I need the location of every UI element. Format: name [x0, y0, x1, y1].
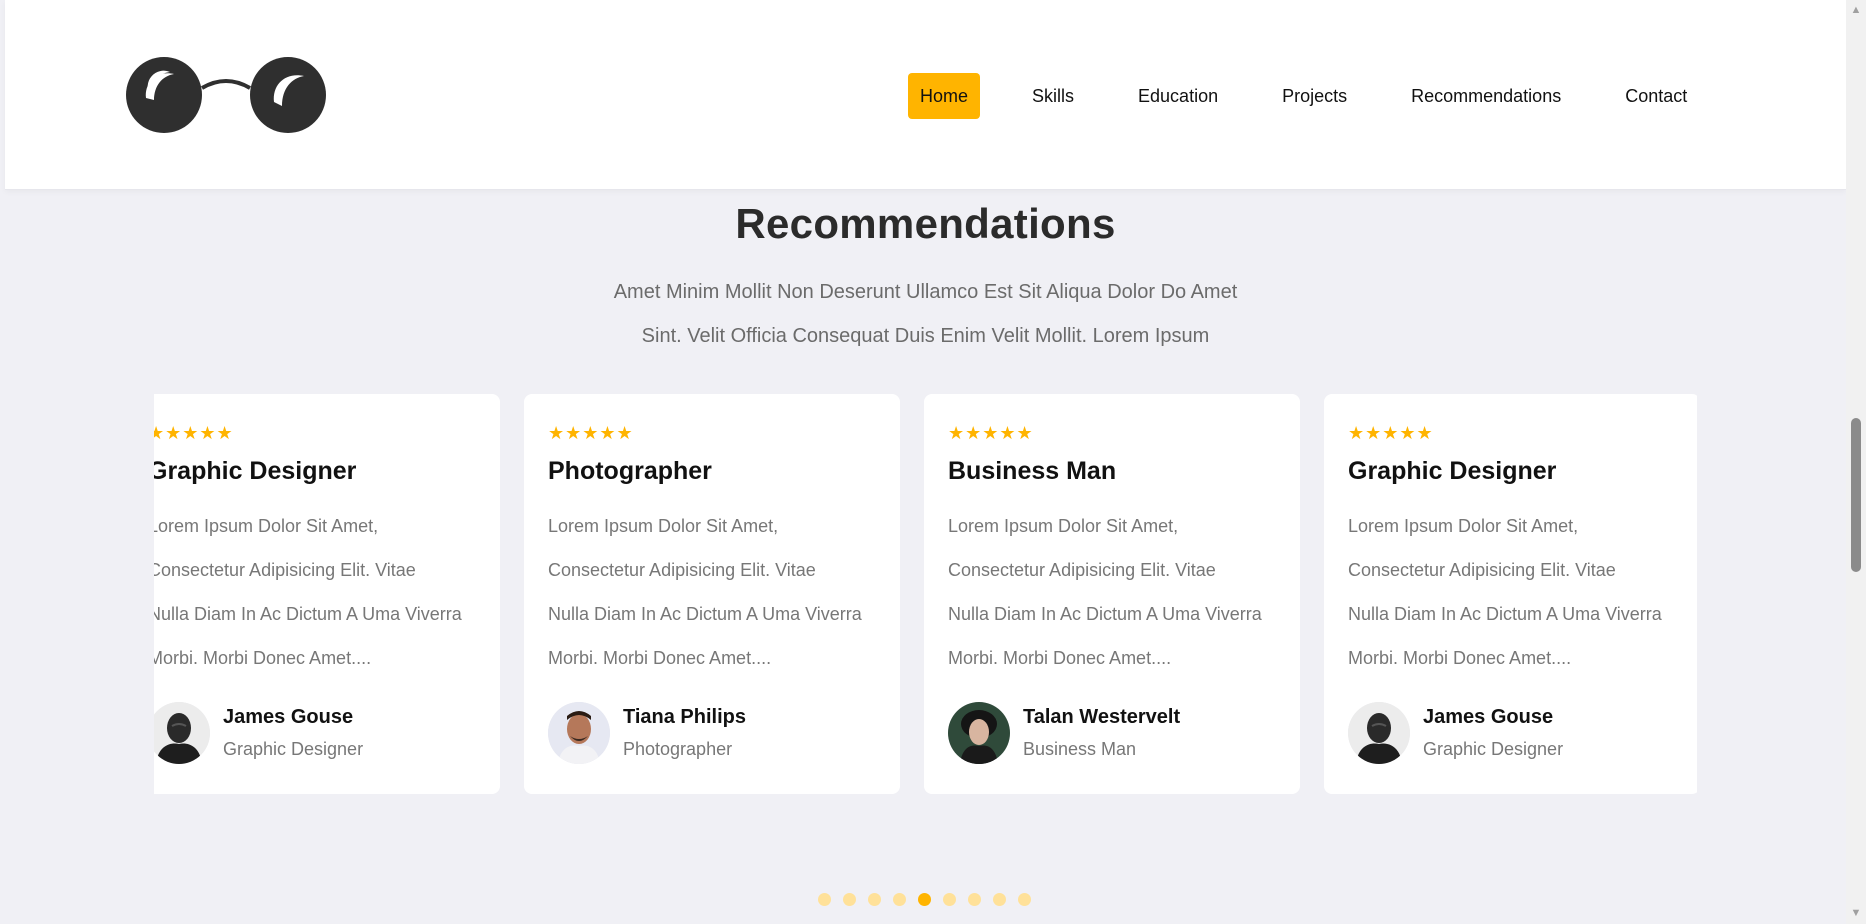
- card-text: Lorem Ipsum Dolor Sit Amet, Consectetur …: [948, 504, 1276, 680]
- pagination-dot[interactable]: [968, 893, 981, 906]
- nav-home[interactable]: Home: [908, 73, 981, 119]
- card-text-line: Lorem Ipsum Dolor Sit Amet,: [948, 516, 1179, 536]
- main-nav: Home Skills Education Projects Recommend…: [908, 73, 1699, 119]
- pagination-dot[interactable]: [843, 893, 856, 906]
- card-text-line: Morbi. Morbi Donec Amet....: [154, 648, 372, 668]
- card-text-line: Nulla Diam In Ac Dictum A Uma Viverra: [1348, 604, 1662, 624]
- card-text-line: Consectetur Adipisicing Elit. Vitae: [154, 560, 416, 580]
- nav-skills[interactable]: Skills: [1020, 73, 1086, 119]
- rating-stars-icon: ★★★★★: [154, 423, 234, 443]
- pagination-dot[interactable]: [893, 893, 906, 906]
- card-text: Lorem Ipsum Dolor Sit Amet, Consectetur …: [548, 504, 876, 680]
- subtitle-line-1: Amet Minim Mollit Non Deserunt Ullamco E…: [613, 281, 1238, 303]
- rating-stars-icon: ★★★★★: [1348, 423, 1434, 443]
- author-name: James Gouse: [1423, 706, 1554, 728]
- card-text-line: Morbi. Morbi Donec Amet....: [1348, 648, 1572, 668]
- card-text-line: Lorem Ipsum Dolor Sit Amet,: [1348, 516, 1579, 536]
- author-name: Talan Westervelt: [1023, 706, 1181, 728]
- author-role: Graphic Designer: [223, 739, 364, 759]
- rating-stars-icon: ★★★★★: [548, 423, 634, 443]
- pagination-dot[interactable]: [1018, 893, 1031, 906]
- card-text-line: Consectetur Adipisicing Elit. Vitae: [948, 560, 1216, 580]
- card-text-line: Lorem Ipsum Dolor Sit Amet,: [154, 516, 379, 536]
- recommendation-card: ★★★★★ Photographer Lorem Ipsum Dolor Sit…: [524, 394, 900, 794]
- card-title: Photographer: [548, 457, 712, 485]
- card-text-line: Consectetur Adipisicing Elit. Vitae: [548, 560, 816, 580]
- avatar: [948, 702, 1010, 764]
- card-title: Graphic Designer: [154, 457, 357, 485]
- nav-education[interactable]: Education: [1126, 73, 1230, 119]
- nav-contact[interactable]: Contact: [1613, 73, 1699, 119]
- card-text: Lorem Ipsum Dolor Sit Amet, Consectetur …: [154, 504, 476, 680]
- card-author: James Gouse Graphic Designer: [154, 702, 363, 764]
- card-text-line: Consectetur Adipisicing Elit. Vitae: [1348, 560, 1616, 580]
- card-text-line: Lorem Ipsum Dolor Sit Amet,: [548, 516, 779, 536]
- card-text-line: Nulla Diam In Ac Dictum A Uma Viverra: [548, 604, 862, 624]
- section-title: Recommendations: [735, 200, 1116, 247]
- rating-stars-icon: ★★★★★: [948, 423, 1034, 443]
- subtitle-line-2: Sint. Velit Officia Consequat Duis Enim …: [641, 325, 1210, 347]
- scrollbar-thumb[interactable]: [1851, 418, 1861, 572]
- page: Home Skills Education Projects Recommend…: [0, 0, 1846, 924]
- card-title: Business Man: [948, 457, 1117, 485]
- carousel-pagination: [818, 893, 1043, 906]
- card-text: Lorem Ipsum Dolor Sit Amet, Consectetur …: [1348, 504, 1676, 680]
- card-author: James Gouse Graphic Designer: [1348, 702, 1563, 764]
- pagination-dot[interactable]: [993, 893, 1006, 906]
- author-role: Business Man: [1023, 739, 1137, 759]
- card-author: Tiana Philips Photographer: [548, 702, 746, 764]
- recommendations-carousel[interactable]: ★★★★★ Graphic Designer Lorem Ipsum Dolor…: [154, 394, 1697, 794]
- scroll-up-arrow-icon[interactable]: ▲: [1846, 2, 1866, 19]
- author-role: Graphic Designer: [1423, 739, 1564, 759]
- pagination-dot-active[interactable]: [918, 893, 931, 906]
- author-name: Tiana Philips: [623, 706, 746, 728]
- glasses-logo-icon[interactable]: [126, 52, 326, 138]
- recommendation-card: ★★★★★ Graphic Designer Lorem Ipsum Dolor…: [154, 394, 500, 794]
- card-text-line: Nulla Diam In Ac Dictum A Uma Viverra: [948, 604, 1262, 624]
- section-subtitle: Amet Minim Mollit Non Deserunt Ullamco E…: [0, 270, 1846, 358]
- card-text-line: Morbi. Morbi Donec Amet....: [948, 648, 1172, 668]
- pagination-dot[interactable]: [868, 893, 881, 906]
- vertical-scrollbar[interactable]: ▲ ▼: [1846, 0, 1866, 924]
- avatar: [154, 702, 210, 764]
- author-name: James Gouse: [223, 706, 354, 728]
- card-author: Talan Westervelt Business Man: [948, 702, 1180, 764]
- pagination-dot[interactable]: [943, 893, 956, 906]
- recommendation-card: ★★★★★ Graphic Designer Lorem Ipsum Dolor…: [1324, 394, 1697, 794]
- card-title: Graphic Designer: [1348, 457, 1557, 485]
- site-header: Home Skills Education Projects Recommend…: [5, 0, 1846, 190]
- scroll-down-arrow-icon[interactable]: ▼: [1846, 905, 1866, 922]
- avatar: [1348, 702, 1410, 764]
- card-text-line: Morbi. Morbi Donec Amet....: [548, 648, 772, 668]
- recommendation-card: ★★★★★ Business Man Lorem Ipsum Dolor Sit…: [924, 394, 1300, 794]
- avatar: [548, 702, 610, 764]
- nav-projects[interactable]: Projects: [1270, 73, 1359, 119]
- author-role: Photographer: [623, 739, 733, 759]
- card-text-line: Nulla Diam In Ac Dictum A Uma Viverra: [154, 604, 462, 624]
- nav-recommendations[interactable]: Recommendations: [1399, 73, 1573, 119]
- pagination-dot[interactable]: [818, 893, 831, 906]
